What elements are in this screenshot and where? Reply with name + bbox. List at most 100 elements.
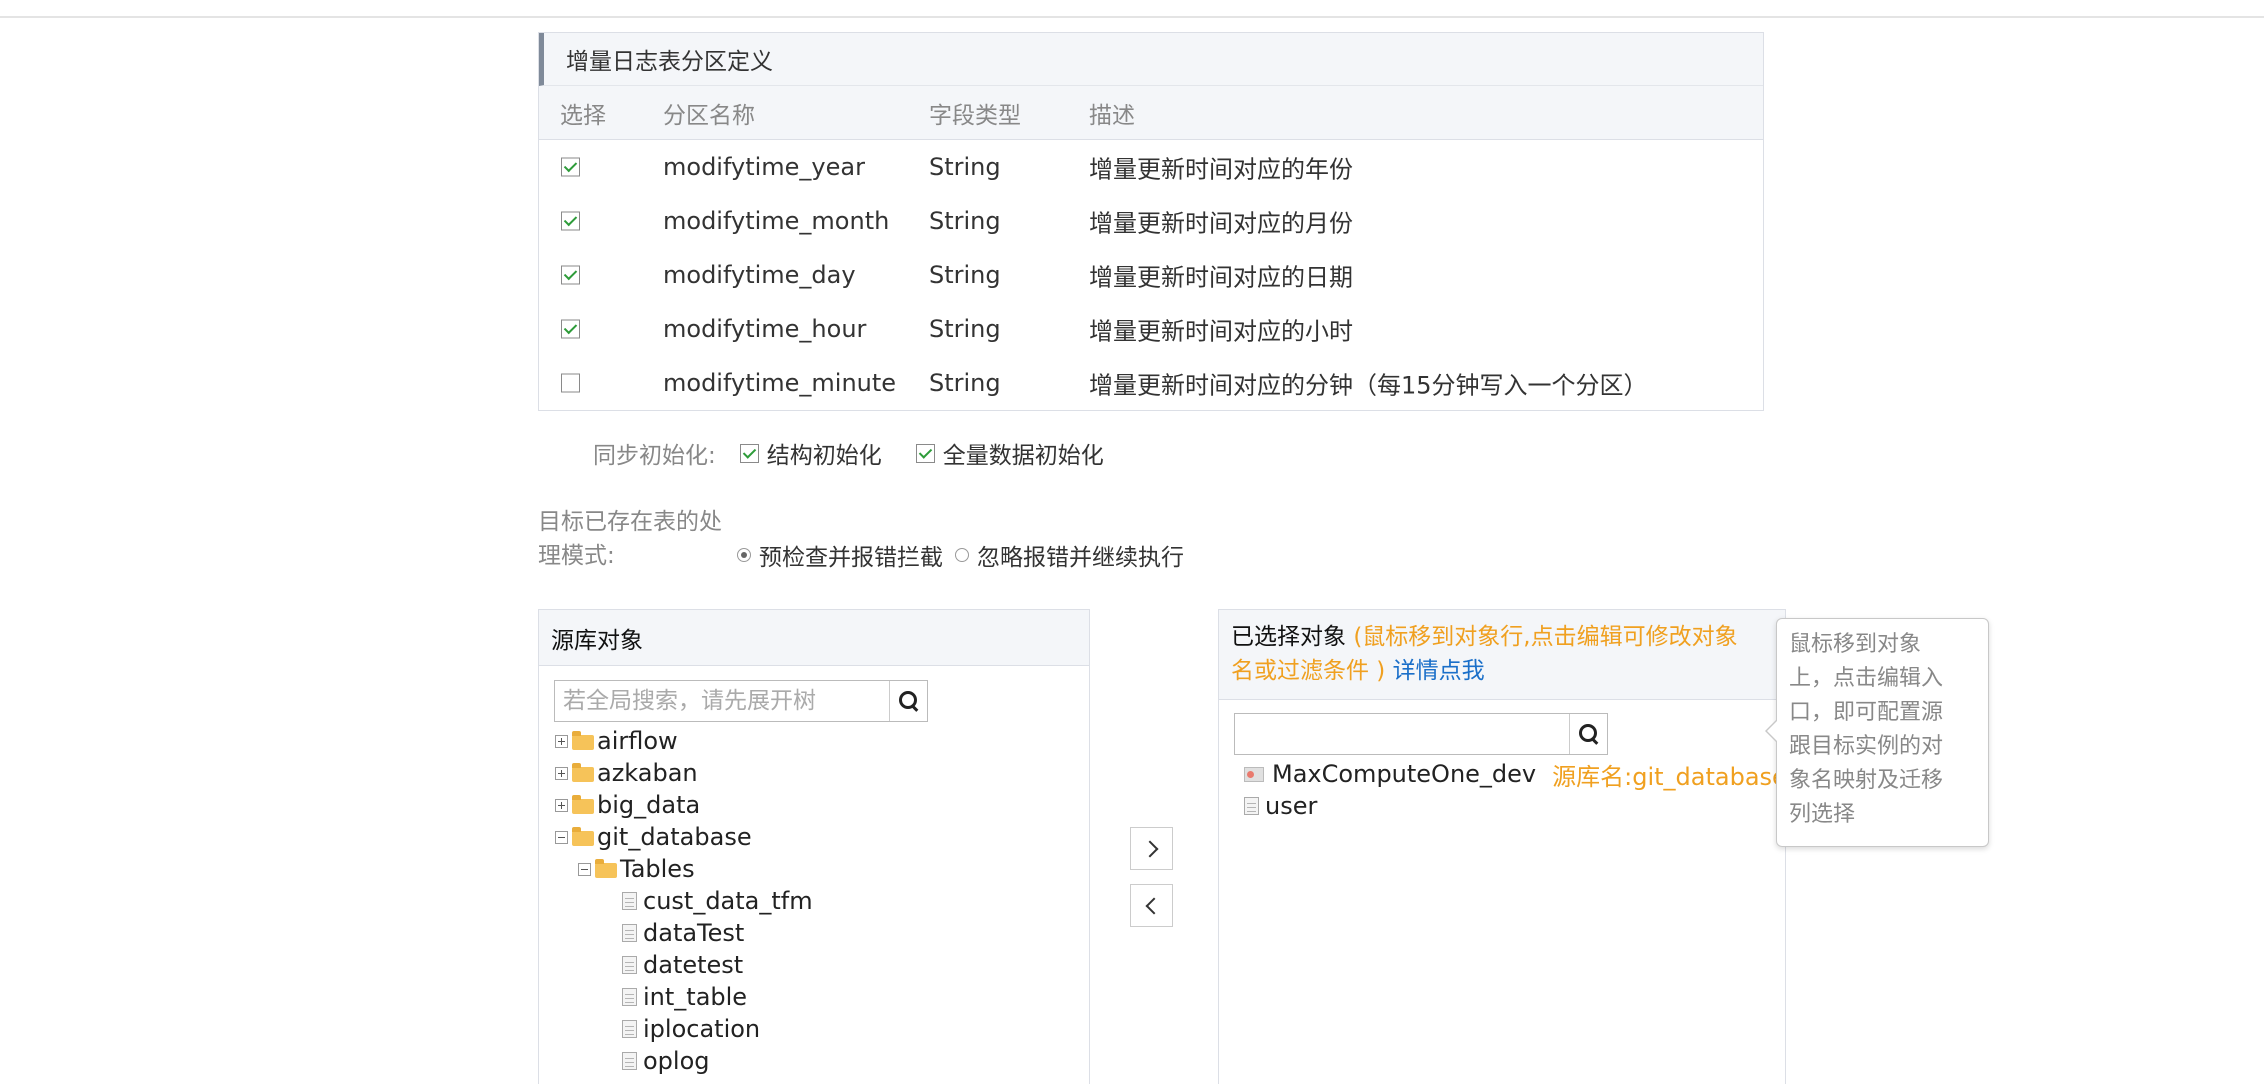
selected-objects-header: 已选择对象 (鼠标移到对象行,点击编辑可修改对象 名或过滤条件 ) 详情点我 [1219, 610, 1785, 700]
tree-node-label: git_database [597, 823, 752, 851]
selected-search-button[interactable] [1569, 714, 1607, 754]
table-icon [622, 924, 637, 942]
partition-name: modifytime_hour [663, 315, 867, 343]
tree-node-label: int_table [643, 983, 748, 1011]
expand-icon[interactable] [555, 766, 568, 780]
folder-icon [572, 762, 594, 782]
row-checkbox[interactable] [561, 265, 580, 285]
precheck-radio[interactable] [737, 548, 751, 562]
tooltip-line: 上，点击编辑入 [1789, 666, 1944, 691]
full-data-init-checkbox[interactable] [915, 443, 935, 463]
tree-node-label: big_data [597, 791, 701, 819]
partition-name: modifytime_day [663, 261, 856, 289]
folder-icon [572, 794, 594, 814]
selected-child-node[interactable]: user [1244, 790, 1317, 822]
tree-node-label: azkaban [597, 759, 698, 787]
tooltip-line: 口，即可配置源 [1789, 700, 1944, 725]
table-row: modifytime_hour String 增量更新时间对应的小时 [539, 302, 1763, 356]
partition-panel: 增量日志表分区定义 选择 分区名称 字段类型 描述 modifytime_yea… [538, 32, 1764, 411]
sync-init-label: 同步初始化: [593, 443, 716, 469]
row-checkbox[interactable] [561, 373, 580, 393]
partition-desc: 增量更新时间对应的日期 [1089, 263, 1353, 292]
full-data-init-option[interactable]: 全量数据初始化 [915, 436, 1104, 470]
tree-node-db[interactable]: git_database [555, 821, 752, 853]
selected-search [1234, 713, 1608, 755]
tree-node-label: Tables [620, 855, 695, 883]
source-objects-title: 源库对象 [539, 610, 1089, 666]
table-icon [622, 1052, 637, 1070]
table-row: modifytime_year String 增量更新时间对应的年份 [539, 140, 1763, 194]
database-icon [1244, 766, 1264, 782]
tree-node-label: datetest [643, 951, 744, 979]
col-select: 选择 [560, 102, 606, 129]
ignore-radio[interactable] [955, 548, 969, 562]
selected-child-label: user [1265, 792, 1318, 820]
partition-table-body: modifytime_year String 增量更新时间对应的年份 modif… [539, 140, 1763, 410]
partition-desc: 增量更新时间对应的分钟（每15分钟写入一个分区） [1089, 371, 1648, 400]
source-search-button[interactable] [889, 681, 927, 721]
partition-desc: 增量更新时间对应的小时 [1089, 317, 1353, 346]
ignore-label: 忽略报错并继续执行 [977, 545, 1184, 571]
precheck-label: 预检查并报错拦截 [759, 545, 943, 571]
tooltip-line: 象名映射及迁移 [1789, 768, 1944, 793]
tree-node-table[interactable]: oplog [622, 1045, 710, 1077]
tree-node-table[interactable]: datetest [622, 949, 743, 981]
partition-name: modifytime_year [663, 153, 865, 181]
selected-root-label: MaxComputeOne_dev [1272, 760, 1537, 788]
partition-desc: 增量更新时间对应的月份 [1089, 209, 1353, 238]
top-divider [0, 16, 2264, 18]
existing-mode-label-line1: 目标已存在表的处 [538, 509, 722, 535]
folder-icon [572, 730, 594, 750]
row-checkbox[interactable] [561, 211, 580, 231]
tooltip-line: 鼠标移到对象 [1789, 632, 1922, 657]
partition-name: modifytime_minute [663, 369, 897, 397]
selected-objects-title: 已选择对象 [1231, 624, 1346, 650]
tooltip-line: 跟目标实例的对 [1789, 734, 1944, 759]
partition-panel-title: 增量日志表分区定义 [539, 33, 1763, 86]
details-link[interactable]: 详情点我 [1393, 658, 1485, 684]
tree-node-table[interactable]: dataTest [622, 917, 744, 949]
table-row: modifytime_month String 增量更新时间对应的月份 [539, 194, 1763, 248]
source-search-input[interactable] [555, 681, 885, 721]
expand-icon[interactable] [555, 798, 568, 812]
collapse-icon[interactable] [555, 830, 568, 844]
table-row: modifytime_day String 增量更新时间对应的日期 [539, 248, 1763, 302]
partition-type: String [929, 315, 1001, 343]
selected-search-input[interactable] [1235, 714, 1565, 754]
tree-node-table[interactable]: iplocation [622, 1013, 760, 1045]
partition-type: String [929, 153, 1001, 181]
struct-init-checkbox[interactable] [739, 443, 759, 463]
tree-node-folder[interactable]: Tables [578, 853, 695, 885]
selected-root-node[interactable]: MaxComputeOne_dev 源库名:git_database (1 [1244, 758, 1817, 791]
struct-init-label: 结构初始化 [766, 443, 882, 469]
selected-hint-1: (鼠标移到对象行,点击编辑可修改对象 [1353, 624, 1738, 650]
tree-node-label: cust_data_tfm [643, 887, 813, 915]
ignore-option[interactable]: 忽略报错并继续执行 [955, 538, 1184, 572]
table-icon [622, 892, 637, 910]
tree-node-db[interactable]: big_data [555, 789, 700, 821]
partition-type: String [929, 369, 1001, 397]
source-search [554, 680, 928, 722]
precheck-option[interactable]: 预检查并报错拦截 [737, 538, 943, 572]
tree-node-db[interactable]: airflow [555, 725, 678, 757]
tree-node-db[interactable]: azkaban [555, 757, 698, 789]
tree-node-table[interactable]: cust_data_tfm [622, 885, 813, 917]
selected-root-source: 源库名:git_database [1552, 762, 1787, 791]
tree-node-label: oplog [643, 1047, 710, 1075]
col-desc: 描述 [1089, 102, 1135, 129]
partition-type: String [929, 207, 1001, 235]
row-checkbox[interactable] [561, 157, 580, 177]
collapse-icon[interactable] [578, 862, 591, 876]
struct-init-option[interactable]: 结构初始化 [739, 436, 882, 470]
move-right-button[interactable] [1130, 827, 1173, 870]
expand-icon[interactable] [555, 734, 568, 748]
row-checkbox[interactable] [561, 319, 580, 339]
existing-mode-options: 预检查并报错拦截 忽略报错并继续执行 [737, 538, 1196, 572]
folder-icon [572, 826, 594, 846]
table-icon [622, 1020, 637, 1038]
move-left-button[interactable] [1130, 884, 1173, 927]
partition-name: modifytime_month [663, 207, 890, 235]
tree-node-label: dataTest [643, 919, 745, 947]
tree-node-table[interactable]: int_table [622, 981, 747, 1013]
full-data-init-label: 全量数据初始化 [942, 443, 1104, 469]
